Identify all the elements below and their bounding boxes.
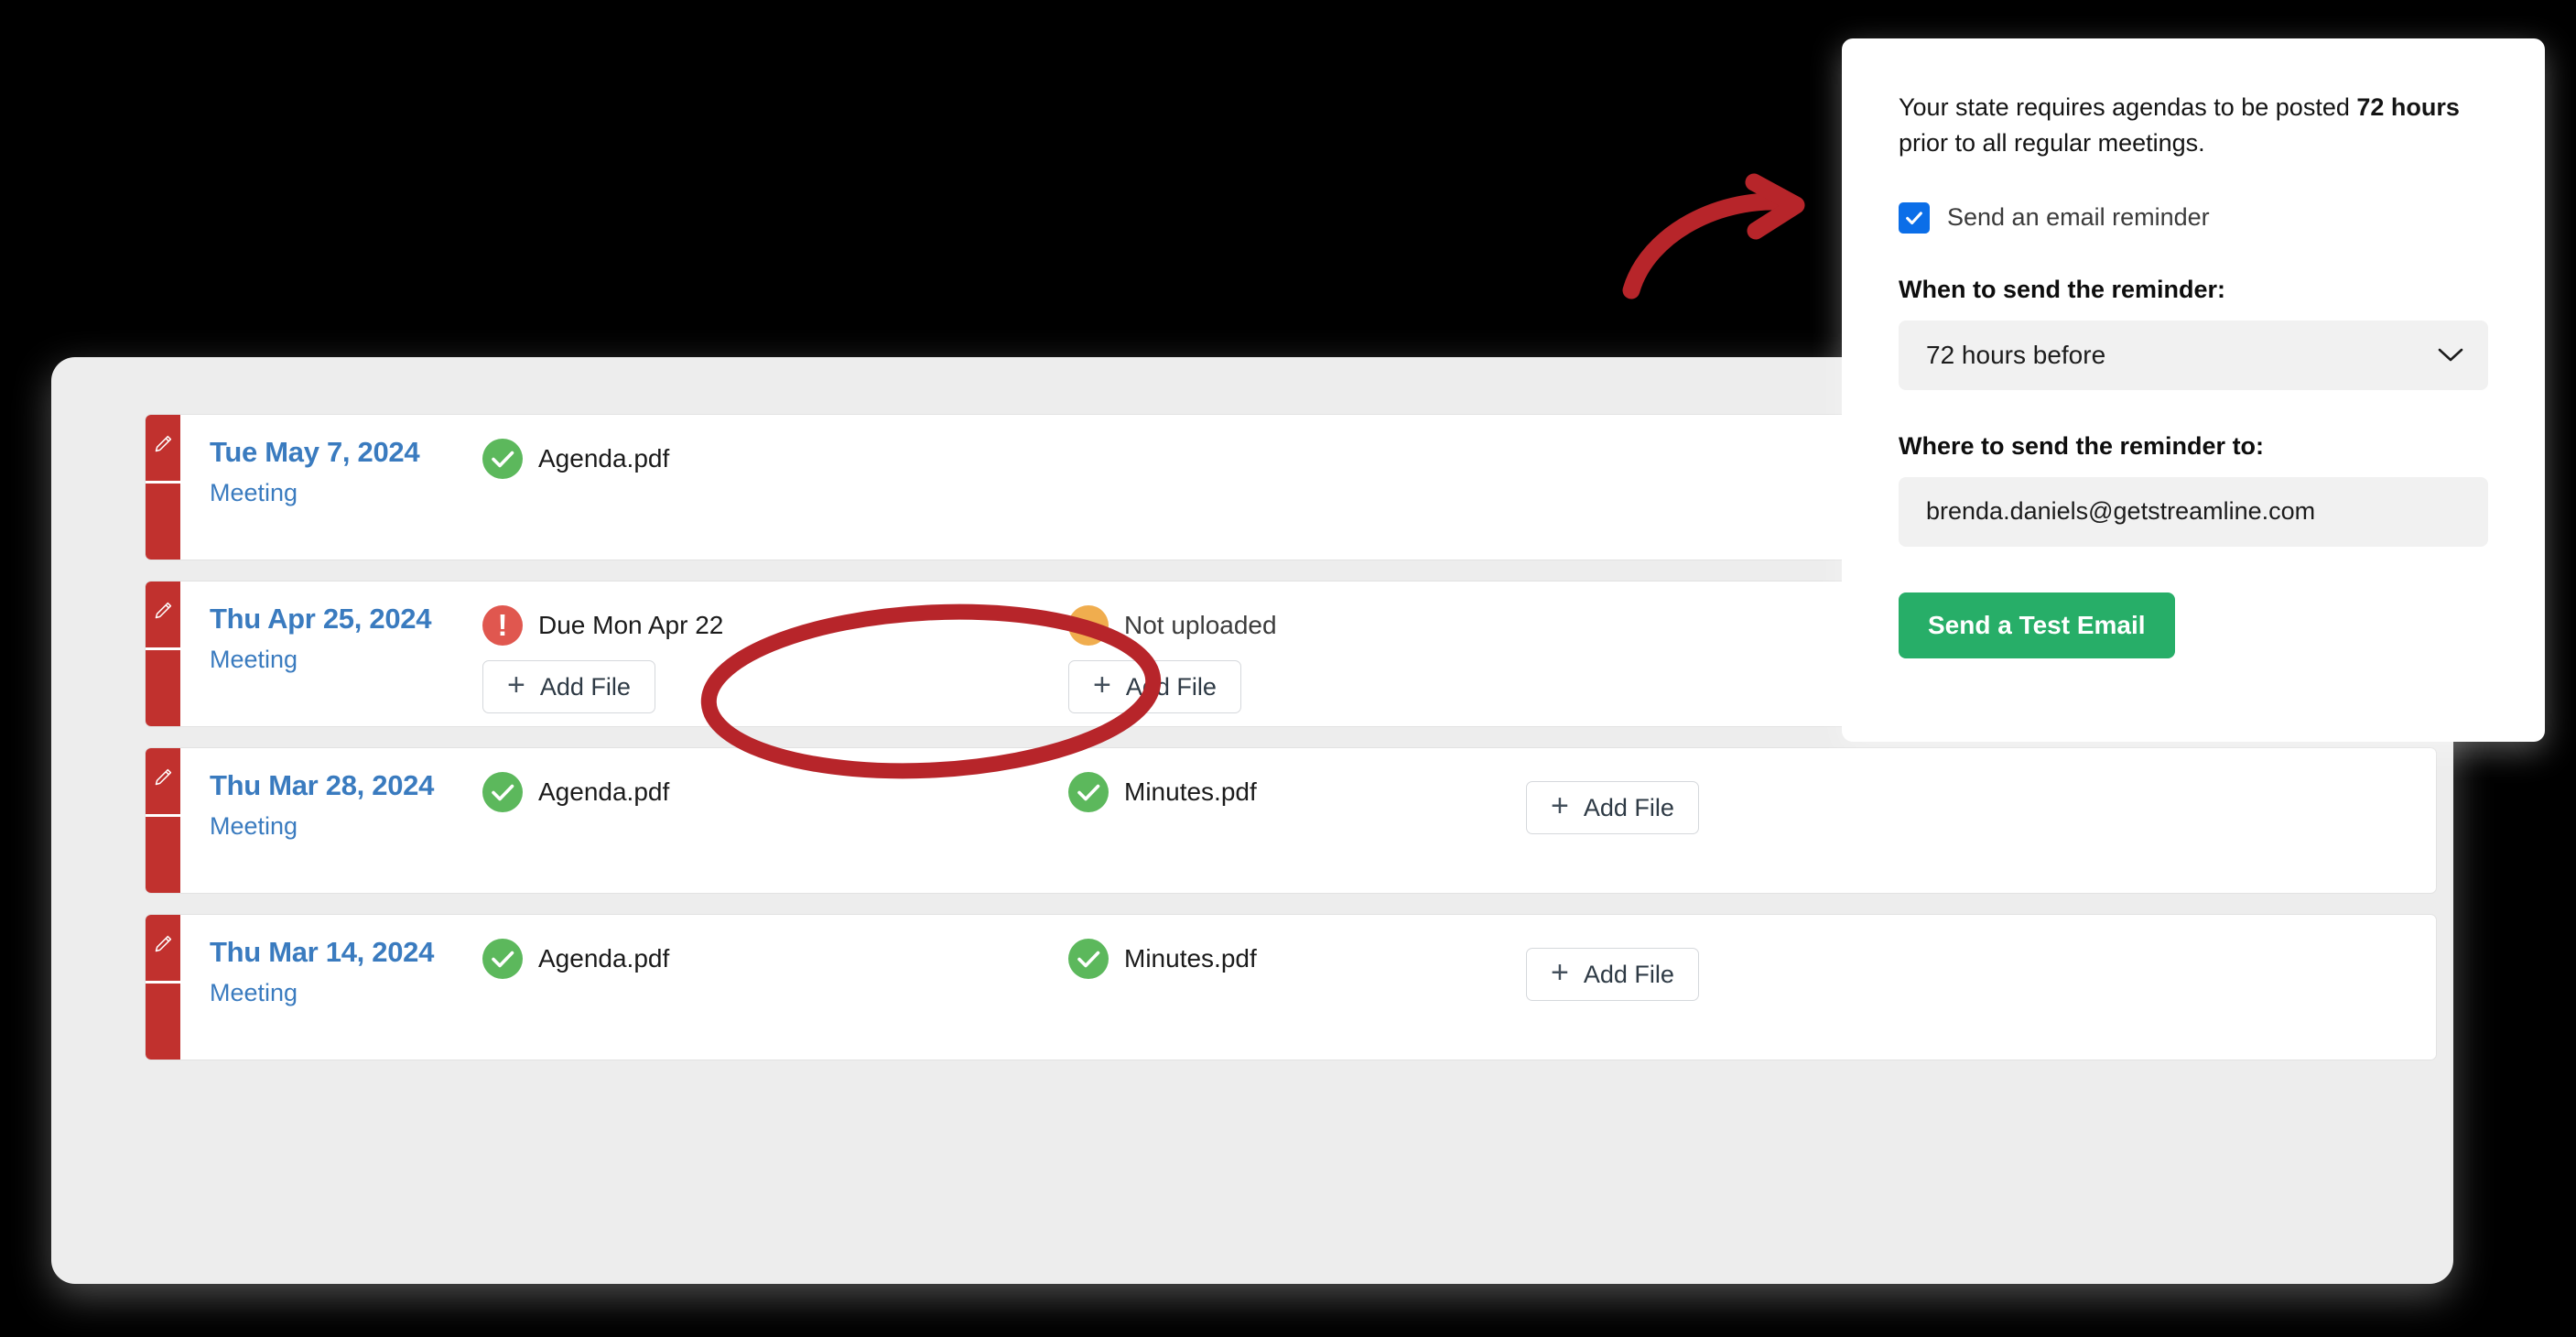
pencil-icon[interactable] xyxy=(153,765,175,788)
minutes-status-line: Minutes.pdf xyxy=(1068,770,1526,814)
extra-files-column: + Add File xyxy=(1526,748,1837,834)
meeting-row[interactable]: Thu Mar 14, 2024 Meeting Agenda.pdf Minutes… xyxy=(145,914,2437,1060)
exclamation-glyph: ! xyxy=(497,607,508,642)
checkmark-icon xyxy=(1906,212,1922,224)
curved-red-arrow-annotation xyxy=(1622,173,1805,299)
extra-files-column xyxy=(1526,415,1837,448)
agenda-column: Agenda.pdf xyxy=(482,748,1068,814)
minutes-status-line: Not uploaded xyxy=(1068,603,1526,647)
extra-add-file-button[interactable]: + Add File xyxy=(1526,948,1699,1001)
minutes-status-label: Not uploaded xyxy=(1124,611,1277,639)
when-to-send-value: 72 hours before xyxy=(1926,340,2106,369)
where-to-send-label: Where to send the reminder to: xyxy=(1899,431,2265,460)
accent-segment-bottom xyxy=(146,650,180,726)
pending-dot-icon xyxy=(1068,605,1109,646)
when-to-send-select[interactable]: 72 hours before xyxy=(1899,320,2488,390)
accent-segment-bottom xyxy=(146,817,180,893)
row-accent-bar xyxy=(146,915,180,1060)
note-prefix: Your state requires agendas to be posted xyxy=(1899,93,2357,121)
minutes-status-label[interactable]: Minutes.pdf xyxy=(1124,777,1257,807)
meeting-row[interactable]: Thu Mar 28, 2024 Meeting Agenda.pdf Minutes… xyxy=(145,747,2437,894)
agenda-column: Agenda.pdf xyxy=(482,915,1068,981)
add-file-label: Add File xyxy=(1583,960,1674,988)
send-test-email-button[interactable]: Send a Test Email xyxy=(1899,592,2175,658)
meeting-subtitle[interactable]: Meeting xyxy=(210,979,482,1007)
extra-files-column xyxy=(1526,582,1837,614)
pencil-icon[interactable] xyxy=(153,431,175,455)
send-email-reminder-label: Send an email reminder xyxy=(1947,203,2210,232)
note-bold-hours: 72 hours xyxy=(2356,93,2460,121)
add-file-label: Add File xyxy=(1125,672,1217,701)
agenda-status-line: ! Due Mon Apr 22 xyxy=(482,603,1068,647)
agenda-status-line: Agenda.pdf xyxy=(482,770,1068,814)
state-requirement-note: Your state requires agendas to be posted… xyxy=(1899,90,2488,162)
meeting-subtitle[interactable]: Meeting xyxy=(210,812,482,841)
agenda-column: ! Due Mon Apr 22 + Add File xyxy=(482,582,1068,713)
agenda-add-file-button[interactable]: + Add File xyxy=(482,660,655,713)
chevron-down-icon xyxy=(2438,348,2463,362)
add-file-label: Add File xyxy=(1583,793,1674,821)
plus-icon: + xyxy=(1551,955,1569,990)
row-accent-bar xyxy=(146,415,180,560)
check-circle-icon xyxy=(482,939,523,979)
email-reminder-panel: Your state requires agendas to be posted… xyxy=(1842,38,2545,742)
reminder-email-value: brenda.daniels@getstreamline.com xyxy=(1926,497,2316,526)
check-circle-icon xyxy=(1068,772,1109,812)
when-to-send-label: When to send the reminder: xyxy=(1899,275,2226,303)
minutes-column: Minutes.pdf xyxy=(1068,748,1526,814)
minutes-status-label[interactable]: Minutes.pdf xyxy=(1124,944,1257,973)
agenda-status-label[interactable]: Agenda.pdf xyxy=(538,444,669,473)
agenda-column: Agenda.pdf xyxy=(482,415,1068,481)
check-circle-icon xyxy=(482,772,523,812)
agenda-status-label[interactable]: Agenda.pdf xyxy=(538,944,669,973)
check-circle-icon xyxy=(482,439,523,479)
minutes-status-line: Minutes.pdf xyxy=(1068,937,1526,981)
send-email-reminder-row[interactable]: Send an email reminder xyxy=(1899,201,2488,234)
minutes-column: Minutes.pdf xyxy=(1068,915,1526,981)
meeting-date-cell: Thu Mar 14, 2024 Meeting xyxy=(180,915,482,1007)
agenda-status-label: Due Mon Apr 22 xyxy=(538,611,724,639)
meeting-date-cell: Thu Apr 25, 2024 Meeting xyxy=(180,582,482,674)
accent-segment-bottom xyxy=(146,984,180,1060)
meeting-subtitle[interactable]: Meeting xyxy=(210,646,482,674)
pencil-icon[interactable] xyxy=(153,598,175,622)
accent-segment-bottom xyxy=(146,484,180,560)
plus-icon: + xyxy=(1551,788,1569,823)
meeting-date-link[interactable]: Thu Apr 25, 2024 xyxy=(210,603,482,635)
pencil-icon[interactable] xyxy=(153,931,175,955)
row-accent-bar xyxy=(146,748,180,893)
plus-icon: + xyxy=(1093,668,1111,702)
minutes-column xyxy=(1068,415,1526,437)
meeting-date-cell: Thu Mar 28, 2024 Meeting xyxy=(180,748,482,841)
agenda-status-label[interactable]: Agenda.pdf xyxy=(538,777,669,807)
check-circle-icon xyxy=(1068,939,1109,979)
meeting-date-cell: Tue May 7, 2024 Meeting xyxy=(180,415,482,507)
row-accent-bar xyxy=(146,582,180,726)
add-file-label: Add File xyxy=(539,672,631,701)
meeting-date-link[interactable]: Thu Mar 28, 2024 xyxy=(210,769,482,801)
plus-icon: + xyxy=(507,668,525,702)
extra-add-file-button[interactable]: + Add File xyxy=(1526,781,1699,834)
meeting-date-link[interactable]: Tue May 7, 2024 xyxy=(210,436,482,468)
note-suffix: prior to all regular meetings. xyxy=(1899,129,2205,158)
send-email-reminder-checkbox[interactable] xyxy=(1899,201,1930,234)
agenda-status-line: Agenda.pdf xyxy=(482,437,1068,481)
extra-files-column: + Add File xyxy=(1526,915,1837,1001)
meeting-subtitle[interactable]: Meeting xyxy=(210,479,482,507)
minutes-column: Not uploaded + Add File xyxy=(1068,582,1526,713)
agenda-status-line: Agenda.pdf xyxy=(482,937,1068,981)
reminder-email-input[interactable]: brenda.daniels@getstreamline.com xyxy=(1899,476,2488,547)
alert-circle-icon: ! xyxy=(482,605,523,646)
minutes-add-file-button[interactable]: + Add File xyxy=(1068,660,1241,713)
meeting-date-link[interactable]: Thu Mar 14, 2024 xyxy=(210,936,482,968)
